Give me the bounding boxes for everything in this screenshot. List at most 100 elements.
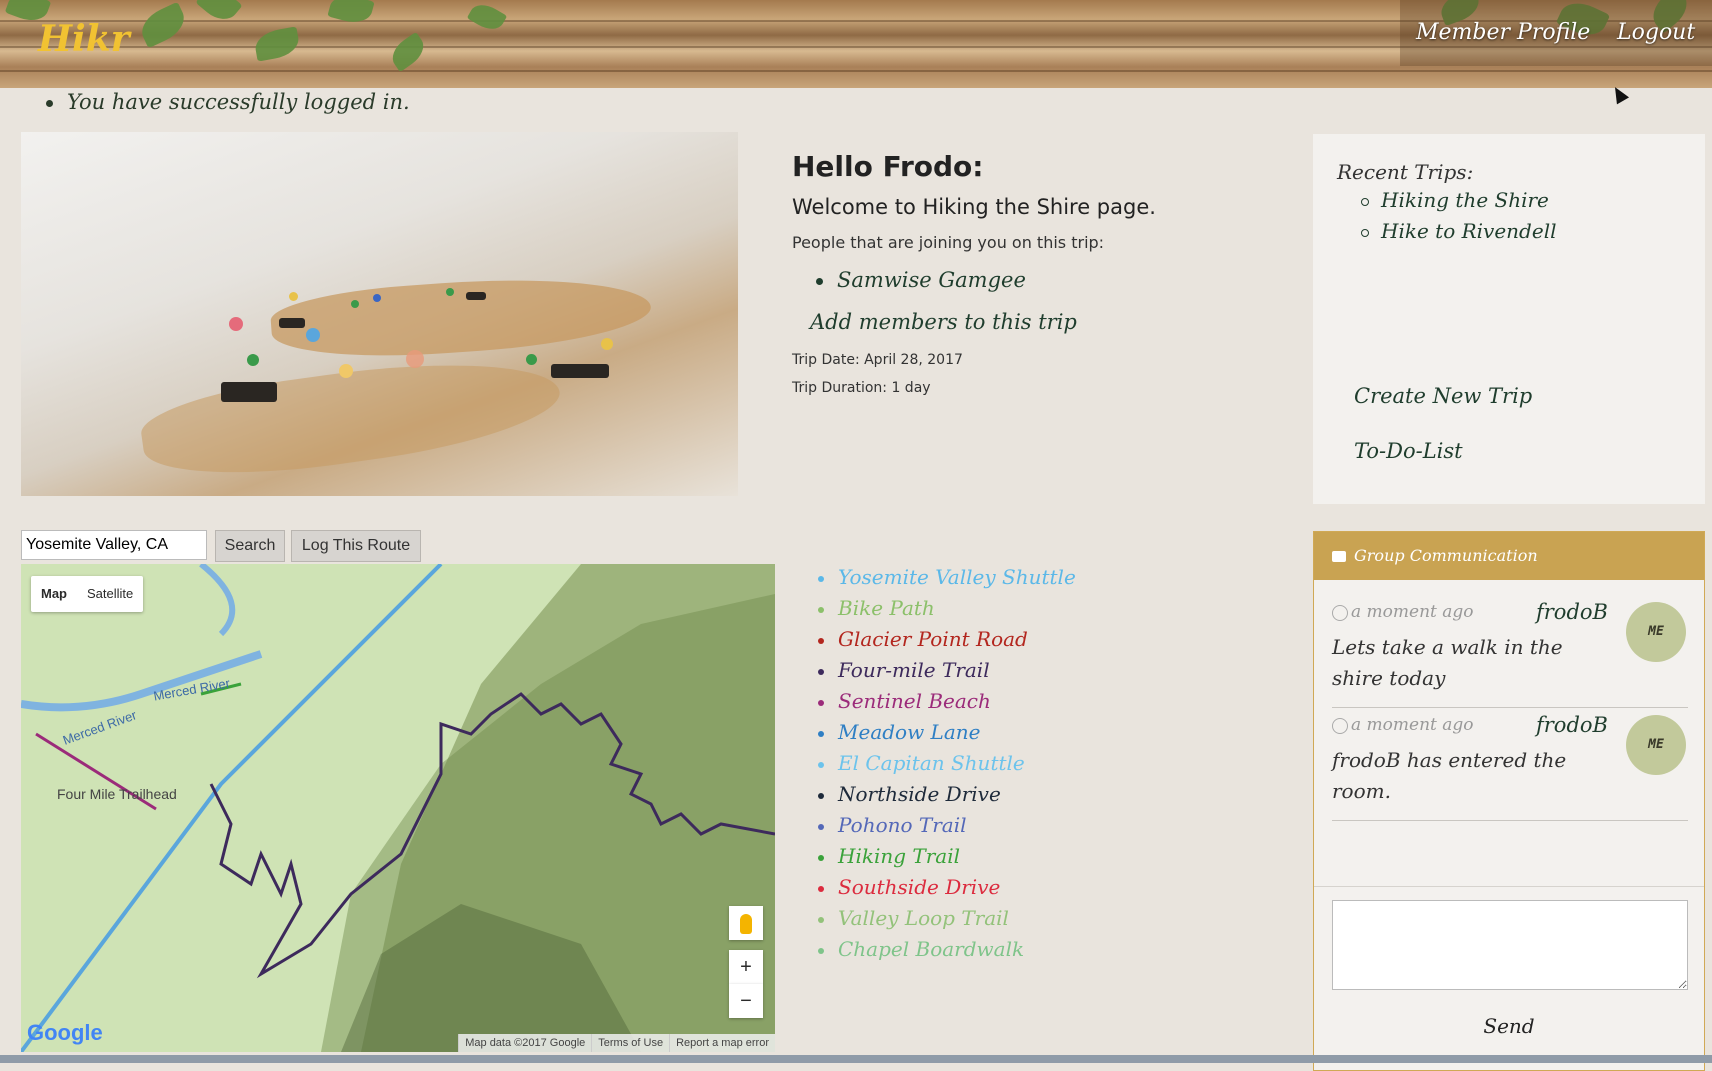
map-type-map-button[interactable]: Map xyxy=(31,576,77,612)
clock-icon xyxy=(1332,717,1348,734)
pegman-icon xyxy=(740,913,752,934)
avatar: ME xyxy=(1626,715,1686,775)
create-new-trip-link[interactable]: Create New Trip xyxy=(1354,384,1532,408)
leaf-decoration-icon xyxy=(386,31,430,73)
trail-item[interactable]: Northside Drive xyxy=(818,779,1238,810)
trail-name: Valley Loop Trail xyxy=(838,906,1009,930)
trail-item[interactable]: Pohono Trail xyxy=(818,810,1238,841)
trip-hero-image xyxy=(21,132,738,496)
map-type-satellite-button[interactable]: Satellite xyxy=(77,576,143,612)
bullet-icon xyxy=(818,606,824,613)
member-name: Samwise Gamgee xyxy=(837,268,1026,292)
trail-item[interactable]: El Capitan Shuttle xyxy=(818,748,1238,779)
avatar: ME xyxy=(1626,602,1686,662)
recent-trip-link[interactable]: Hike to Rivendell xyxy=(1361,219,1557,243)
route-map[interactable]: Merced River Merced River Four Mile Trai… xyxy=(21,564,775,1052)
google-logo-text: Google xyxy=(27,1020,103,1045)
message-user: frodoB xyxy=(1536,713,1608,737)
bullet-icon xyxy=(818,730,824,737)
message-text: Lets take a walk in the shire today xyxy=(1332,635,1563,690)
chat-header: Group Communication xyxy=(1314,532,1704,580)
trail-name: Sentinel Beach xyxy=(838,689,991,713)
message-text: frodoB has entered the room. xyxy=(1332,748,1567,803)
map-marker-block xyxy=(221,382,277,402)
trail-name: Northside Drive xyxy=(838,782,1001,806)
message-time-text: a moment ago xyxy=(1351,602,1474,622)
member-item: Samwise Gamgee xyxy=(816,268,1232,292)
chat-message: a moment ago frodoB Lets take a walk in … xyxy=(1332,600,1688,708)
map-marker-block xyxy=(279,318,305,328)
bullet-icon xyxy=(818,916,824,923)
location-search-input[interactable] xyxy=(21,530,207,560)
logout-link[interactable]: Logout xyxy=(1617,20,1695,45)
bullet-icon xyxy=(818,854,824,861)
trail-list: Yosemite Valley Shuttle Bike Path Glacier … xyxy=(818,562,1238,965)
recent-trips-title: Recent Trips: xyxy=(1337,160,1474,184)
map-pin-icon xyxy=(247,354,259,366)
trail-item[interactable]: Bike Path xyxy=(818,593,1238,624)
chat-message-input[interactable] xyxy=(1332,900,1688,990)
log-route-button[interactable]: Log This Route xyxy=(291,530,421,562)
trail-name: Glacier Point Road xyxy=(838,627,1028,651)
bottom-scroll-bar[interactable] xyxy=(0,1055,1712,1063)
add-members-link[interactable]: Add members to this trip xyxy=(810,310,1232,334)
site-logo[interactable]: Hikr xyxy=(38,18,130,60)
bullet-icon xyxy=(46,100,53,107)
trail-name: Meadow Lane xyxy=(838,720,981,744)
map-pin-icon xyxy=(601,338,613,350)
trail-item[interactable]: Yosemite Valley Shuttle xyxy=(818,562,1238,593)
street-view-pegman-icon[interactable] xyxy=(729,906,763,940)
map-type-control: Map Satellite xyxy=(31,576,144,612)
clock-icon xyxy=(1332,604,1348,621)
divider xyxy=(1314,886,1704,887)
trail-item[interactable]: Chapel Boardwalk xyxy=(818,934,1238,965)
map-pin-icon xyxy=(406,350,424,368)
trail-item[interactable]: Hiking Trail xyxy=(818,841,1238,872)
trail-name: Pohono Trail xyxy=(838,813,967,837)
circle-bullet-icon xyxy=(1361,228,1369,237)
map-landmass xyxy=(269,268,653,366)
report-map-error-link[interactable]: Report a map error xyxy=(669,1034,775,1052)
send-button[interactable]: Send xyxy=(1314,1014,1704,1038)
zoom-in-button[interactable]: + xyxy=(729,950,763,984)
trip-info: Hello Frodo: Welcome to Hiking the Shire… xyxy=(792,150,1232,396)
bullet-icon xyxy=(818,668,824,675)
leaf-decoration-icon xyxy=(327,0,375,27)
trip-date: Trip Date: April 28, 2017 xyxy=(792,352,963,368)
recent-trip-label: Hiking the Shire xyxy=(1381,188,1549,212)
map-pin-icon xyxy=(351,300,359,308)
sidebar-panel: Recent Trips: Hiking the Shire Hike to R… xyxy=(1313,134,1705,504)
circle-bullet-icon xyxy=(1361,197,1369,206)
flash-message: You have successfully logged in. xyxy=(46,90,410,114)
trail-name: Southside Drive xyxy=(838,875,1001,899)
trail-item[interactable]: Glacier Point Road xyxy=(818,624,1238,655)
trail-item[interactable]: Four-mile Trail xyxy=(818,655,1238,686)
message-user: frodoB xyxy=(1536,600,1608,624)
welcome-text: Welcome to Hiking the Shire page. xyxy=(792,195,1156,219)
map-canvas xyxy=(21,564,775,1052)
group-chat-panel: Group Communication a moment ago frodoB … xyxy=(1313,531,1705,1071)
map-pin-icon xyxy=(289,292,298,301)
trail-name: Four-mile Trail xyxy=(838,658,990,682)
trail-item[interactable]: Meadow Lane xyxy=(818,717,1238,748)
zoom-out-button[interactable]: − xyxy=(729,984,763,1018)
trail-item[interactable]: Valley Loop Trail xyxy=(818,903,1238,934)
terms-of-use-link[interactable]: Terms of Use xyxy=(591,1034,669,1052)
bullet-icon xyxy=(818,761,824,768)
map-marker-block xyxy=(466,292,486,300)
joining-label: People that are joining you on this trip… xyxy=(792,233,1105,252)
map-pin-icon xyxy=(229,317,243,331)
trail-item[interactable]: Southside Drive xyxy=(818,872,1238,903)
search-button[interactable]: Search xyxy=(215,530,285,562)
bullet-icon xyxy=(816,278,823,285)
member-profile-link[interactable]: Member Profile xyxy=(1416,20,1590,45)
recent-trip-label: Hike to Rivendell xyxy=(1381,219,1557,243)
bullet-icon xyxy=(818,885,824,892)
todo-list-link[interactable]: To-Do-List xyxy=(1354,439,1463,463)
trail-item[interactable]: Sentinel Beach xyxy=(818,686,1238,717)
message-time: a moment ago xyxy=(1332,715,1474,735)
recent-trip-link[interactable]: Hiking the Shire xyxy=(1361,188,1549,212)
leaf-decoration-icon xyxy=(135,1,191,49)
river-branch xyxy=(199,564,236,637)
message-time-text: a moment ago xyxy=(1351,715,1474,735)
